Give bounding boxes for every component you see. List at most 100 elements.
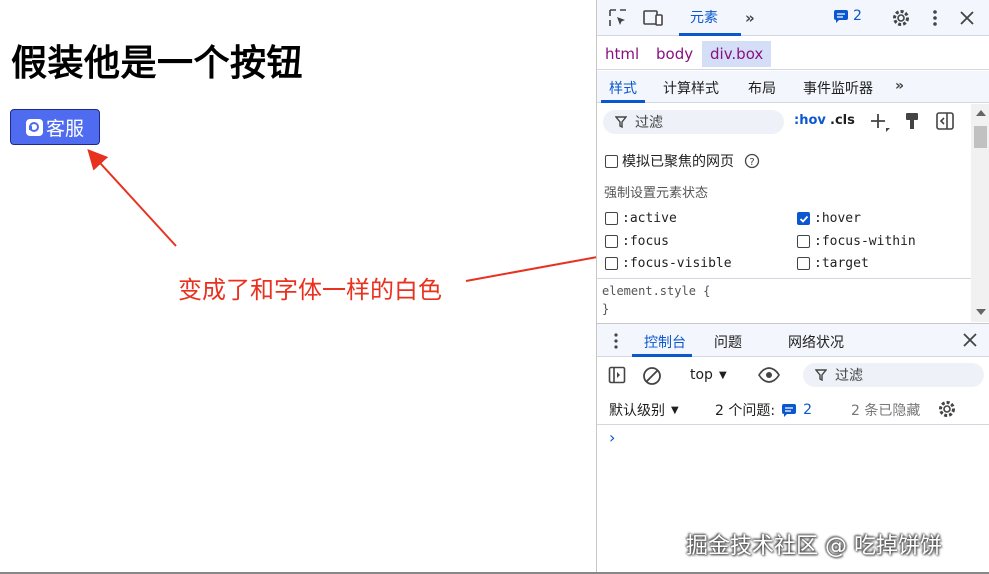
kebab-menu-icon[interactable] <box>931 8 939 32</box>
toggle-sidebar-icon[interactable] <box>935 111 955 135</box>
hidden-count: 2 条已隐藏 <box>851 403 921 419</box>
annotation-text: 变成了和字体一样的白色 <box>178 276 442 304</box>
issues-badge[interactable]: 2 <box>833 8 862 24</box>
devtools-panel: 元素 » 2 html body div.box 样式 计算样式 布局 事件监听… <box>596 0 989 574</box>
state-focus-within-checkbox[interactable] <box>797 235 810 248</box>
more-tabs-icon[interactable]: » <box>745 9 755 27</box>
console-prompt-chevron-icon[interactable]: › <box>609 428 615 447</box>
checkmark-icon <box>799 215 808 223</box>
state-hover-checkbox[interactable] <box>797 212 810 225</box>
state-focus-checkbox[interactable] <box>605 235 618 248</box>
state-focus-within[interactable]: :focus-within <box>797 234 916 249</box>
scroll-up-icon[interactable] <box>976 110 986 116</box>
divider <box>597 278 971 279</box>
console-settings-gear-icon[interactable] <box>937 399 957 423</box>
breadcrumb-html[interactable]: html <box>605 45 639 63</box>
caret-down-icon: ▼ <box>671 404 679 416</box>
active-tab-indicator <box>679 33 741 36</box>
settings-gear-icon[interactable] <box>891 8 911 32</box>
breadcrumb-body[interactable]: body <box>656 45 693 63</box>
tab-elements[interactable]: 元素 <box>690 7 718 27</box>
console-toolbar: top ▼ 过滤 <box>597 358 989 392</box>
context-selector[interactable]: top ▼ <box>690 367 727 383</box>
paint-brush-icon[interactable] <box>903 111 921 135</box>
subtab-indicator <box>601 100 645 103</box>
live-expression-eye-icon[interactable] <box>757 366 781 388</box>
element-style-selector[interactable]: element.style { <box>602 284 710 298</box>
tab-event-listeners[interactable]: 事件监听器 <box>803 78 873 98</box>
element-style-close: } <box>602 302 610 316</box>
state-focus-visible[interactable]: :focus-visible <box>605 256 732 271</box>
state-focus-label: :focus <box>622 234 669 249</box>
console-filter-placeholder: 过滤 <box>835 368 863 384</box>
filter-icon <box>615 116 627 128</box>
force-state-label: 强制设置元素状态 <box>604 186 709 201</box>
close-drawer-icon[interactable] <box>963 332 977 352</box>
more-subtabs-icon[interactable]: » <box>895 78 904 94</box>
filter-icon <box>815 369 827 381</box>
devtools-toolbar: 元素 » 2 <box>597 0 989 36</box>
state-focus[interactable]: :focus <box>605 234 669 249</box>
message-icon <box>834 10 848 23</box>
tab-styles[interactable]: 样式 <box>609 78 637 98</box>
page-title: 假装他是一个按钮 <box>11 43 304 84</box>
page-viewport: 假装他是一个按钮 客服 变成了和字体一样的白色 <box>0 0 596 574</box>
device-toolbar-icon[interactable] <box>642 8 664 32</box>
tab-computed[interactable]: 计算样式 <box>663 78 719 98</box>
svg-text:?: ? <box>749 157 754 168</box>
styles-filter-placeholder: 过滤 <box>635 115 663 131</box>
caret-down-icon: ▼ <box>718 369 727 381</box>
scroll-thumb[interactable] <box>974 126 987 148</box>
state-focus-visible-checkbox[interactable] <box>605 257 618 270</box>
clear-console-icon[interactable] <box>642 366 662 390</box>
console-status-bar: 默认级别 ▼ 2 个问题: 2 2 条已隐藏 <box>597 393 989 425</box>
state-active-checkbox[interactable] <box>605 212 618 225</box>
watermark: 掘金技术社区 @ 吃掉饼饼 <box>686 534 942 559</box>
styles-filter-input[interactable]: 过滤 <box>603 110 784 134</box>
state-active-label: :active <box>622 211 677 226</box>
issues-counter[interactable]: 2 个问题: 2 <box>715 400 812 420</box>
issues-label: 2 个问题: <box>715 403 776 419</box>
tab-layout[interactable]: 布局 <box>748 78 776 98</box>
customer-service-button[interactable]: 客服 <box>10 109 100 145</box>
breadcrumb: html body div.box <box>597 39 989 70</box>
help-icon[interactable]: ? <box>744 153 760 169</box>
tab-issues[interactable]: 问题 <box>714 332 742 352</box>
chat-icon <box>25 118 43 136</box>
hov-toggle[interactable]: :hov <box>794 113 826 128</box>
emulate-focused-page[interactable]: 模拟已聚焦的网页 ? <box>605 151 760 171</box>
state-focus-visible-label: :focus-visible <box>622 256 732 271</box>
console-sidebar-icon[interactable] <box>608 366 626 388</box>
styles-subtabs: 样式 计算样式 布局 事件监听器 » <box>597 71 989 103</box>
drawer-tabs: 控制台 问题 网络状况 <box>597 323 989 357</box>
tab-network-conditions[interactable]: 网络状况 <box>788 332 844 352</box>
close-devtools-icon[interactable] <box>959 8 975 32</box>
new-style-rule-icon[interactable] <box>869 111 891 137</box>
breadcrumb-div-box[interactable]: div.box <box>702 41 772 67</box>
state-target[interactable]: :target <box>797 256 869 271</box>
default-levels-label: 默认级别 <box>609 403 665 419</box>
state-hover-label: :hover <box>814 211 861 226</box>
console-tab-indicator <box>632 354 692 357</box>
tab-console[interactable]: 控制台 <box>644 332 686 352</box>
inspect-element-icon[interactable] <box>608 8 628 32</box>
issues-badge-count: 2 <box>853 8 862 24</box>
context-value: top <box>690 367 713 383</box>
state-target-checkbox[interactable] <box>797 257 810 270</box>
cls-toggle[interactable]: .cls <box>830 113 855 128</box>
styles-pane: 过滤 :hov .cls 模拟已聚焦的网页 ? 强制设置元素状态 :active… <box>597 104 971 322</box>
state-active[interactable]: :active <box>605 211 677 226</box>
scroll-down-icon[interactable] <box>976 309 986 315</box>
emulate-focus-label: 模拟已聚焦的网页 <box>622 154 734 170</box>
state-hover[interactable]: :hover <box>797 211 861 226</box>
state-target-label: :target <box>814 256 869 271</box>
styles-scrollbar[interactable] <box>971 104 989 322</box>
state-focus-within-label: :focus-within <box>814 234 916 249</box>
emulate-focus-checkbox[interactable] <box>605 154 618 168</box>
default-levels-dropdown[interactable]: 默认级别 ▼ <box>609 400 679 420</box>
drawer-menu-icon[interactable] <box>613 332 619 354</box>
button-label: 客服 <box>45 117 84 140</box>
issues-num: 2 <box>803 402 812 418</box>
message-icon <box>782 404 797 417</box>
console-filter-input[interactable]: 过滤 <box>803 363 984 387</box>
